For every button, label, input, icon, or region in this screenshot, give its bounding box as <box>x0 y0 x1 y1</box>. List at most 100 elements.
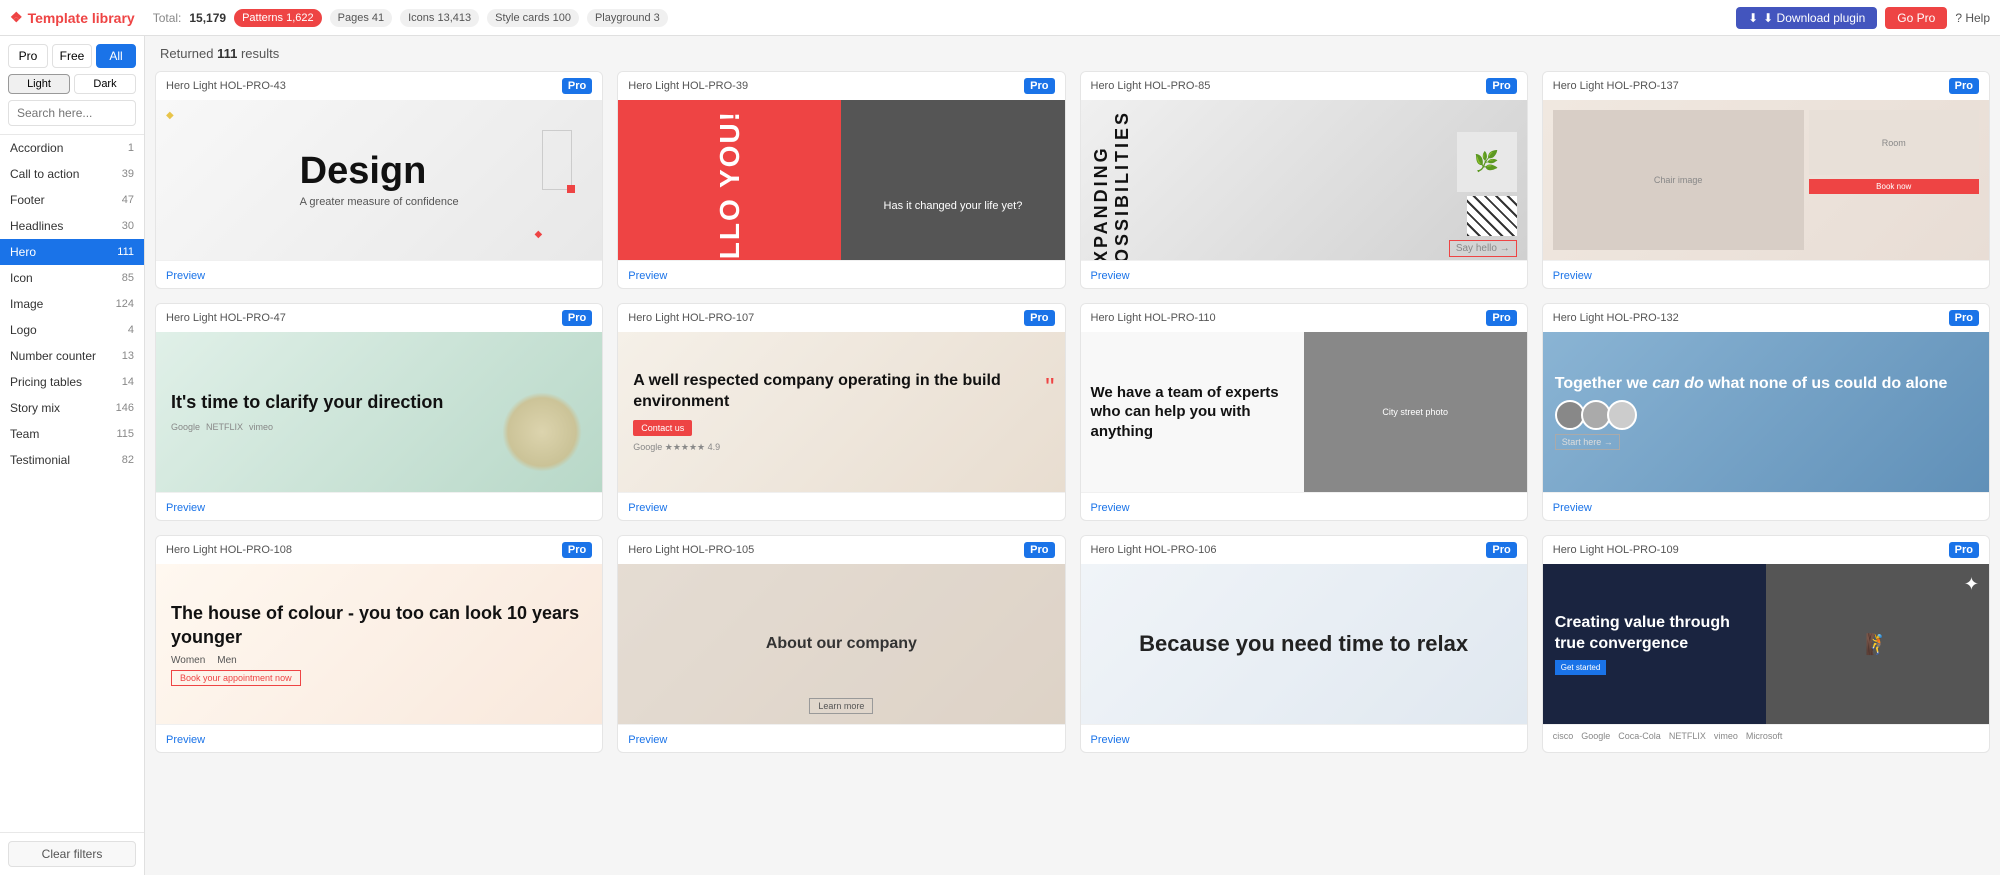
pro-badge: Pro <box>562 310 592 326</box>
sidebar-item-label: Icon <box>10 271 33 285</box>
preview-button[interactable]: Preview <box>628 270 667 282</box>
total-label: Total: <box>153 11 182 25</box>
sidebar-item-cta[interactable]: Call to action 39 <box>0 161 144 187</box>
help-button[interactable]: ? Help <box>1955 11 1990 25</box>
pro-badge: Pro <box>562 542 592 558</box>
card-hol-pro-39[interactable]: Hero Light HOL-PRO-39 Pro HELLO YOU! Has… <box>617 71 1065 289</box>
theme-row: Light Dark <box>8 74 136 94</box>
card-footer: Preview <box>156 260 602 288</box>
sidebar-item-accordion[interactable]: Accordion 1 <box>0 135 144 161</box>
preview-button[interactable]: Preview <box>166 270 205 282</box>
card-title: Hero Light HOL-PRO-39 <box>628 80 748 92</box>
card-footer: Preview <box>156 724 602 752</box>
card-hol-pro-108[interactable]: Hero Light HOL-PRO-108 Pro The house of … <box>155 535 603 753</box>
sidebar-item-count: 85 <box>122 272 134 284</box>
pro-badge: Pro <box>1024 310 1054 326</box>
content-area: Returned 111 results Hero Light HOL-PRO-… <box>145 36 2000 875</box>
card-image: Design A greater measure of confidence ◆… <box>156 100 602 260</box>
card-hol-pro-47[interactable]: Hero Light HOL-PRO-47 Pro It's time to c… <box>155 303 603 521</box>
sidebar-item-label: Testimonial <box>10 453 70 467</box>
card-header: Hero Light HOL-PRO-47 Pro <box>156 304 602 332</box>
search-input[interactable] <box>8 100 136 126</box>
preview-button[interactable]: Preview <box>1091 270 1130 282</box>
sidebar-item-hero[interactable]: Hero 111 <box>0 239 144 265</box>
download-plugin-button[interactable]: ⬇ ⬇ Download plugin <box>1736 7 1877 29</box>
card-title: Hero Light HOL-PRO-109 <box>1553 544 1679 556</box>
card-title: Hero Light HOL-PRO-132 <box>1553 312 1679 324</box>
go-pro-button[interactable]: Go Pro <box>1885 7 1947 29</box>
sidebar-item-story-mix[interactable]: Story mix 146 <box>0 395 144 421</box>
tab-icons[interactable]: Icons 13,413 <box>400 9 479 27</box>
sidebar-item-count: 82 <box>122 454 134 466</box>
card-hol-pro-109[interactable]: Hero Light HOL-PRO-109 Pro Creating valu… <box>1542 535 1990 753</box>
sidebar-item-testimonial[interactable]: Testimonial 82 <box>0 447 144 473</box>
brand-icon: ❖ <box>10 9 23 26</box>
card-hol-pro-105[interactable]: Hero Light HOL-PRO-105 Pro About our com… <box>617 535 1065 753</box>
card-image: HELLO YOU! Has it changed your life yet? <box>618 100 1064 260</box>
preview-button[interactable]: Preview <box>628 502 667 514</box>
filter-row: Pro Free All <box>8 44 136 68</box>
theme-dark-button[interactable]: Dark <box>74 74 136 94</box>
card-image: We have a team of experts who can help y… <box>1081 332 1527 492</box>
clear-filters-button[interactable]: Clear filters <box>8 841 136 867</box>
preview-button[interactable]: Preview <box>1091 734 1130 746</box>
card-hol-pro-132[interactable]: Hero Light HOL-PRO-132 Pro Together we c… <box>1542 303 1990 521</box>
card-hol-pro-107[interactable]: Hero Light HOL-PRO-107 Pro A well respec… <box>617 303 1065 521</box>
preview-button[interactable]: Preview <box>1553 270 1592 282</box>
card-hol-pro-137[interactable]: Hero Light HOL-PRO-137 Pro Chair image R… <box>1542 71 1990 289</box>
filter-free-button[interactable]: Free <box>52 44 92 68</box>
sidebar-item-pricing-tables[interactable]: Pricing tables 14 <box>0 369 144 395</box>
sidebar-item-count: 4 <box>128 324 134 336</box>
card-hol-pro-85[interactable]: Hero Light HOL-PRO-85 Pro EXPANDING POSS… <box>1080 71 1528 289</box>
results-count: 111 <box>217 46 237 61</box>
filter-all-button[interactable]: All <box>96 44 136 68</box>
tab-pages[interactable]: Pages 41 <box>330 9 392 27</box>
sidebar-item-count: 115 <box>116 428 134 440</box>
sidebar-item-count: 111 <box>117 246 134 258</box>
filter-pro-button[interactable]: Pro <box>8 44 48 68</box>
preview-button[interactable]: Preview <box>166 502 205 514</box>
pro-badge: Pro <box>1486 310 1516 326</box>
sidebar-item-footer[interactable]: Footer 47 <box>0 187 144 213</box>
card-header: Hero Light HOL-PRO-105 Pro <box>618 536 1064 564</box>
pro-badge: Pro <box>1486 78 1516 94</box>
sidebar-item-label: Logo <box>10 323 37 337</box>
card-image: Chair image Room Book now <box>1543 100 1989 260</box>
preview-button[interactable]: Preview <box>628 734 667 746</box>
card-title: Hero Light HOL-PRO-110 <box>1091 312 1216 324</box>
sidebar-item-count: 1 <box>128 142 134 154</box>
card-title: Hero Light HOL-PRO-106 <box>1091 544 1217 556</box>
sidebar-item-count: 146 <box>116 402 134 414</box>
card-hol-pro-106[interactable]: Hero Light HOL-PRO-106 Pro Because you n… <box>1080 535 1528 753</box>
card-image: About our company Learn more <box>618 564 1064 724</box>
card-header: Hero Light HOL-PRO-39 Pro <box>618 72 1064 100</box>
card-header: Hero Light HOL-PRO-43 Pro <box>156 72 602 100</box>
sidebar-item-team[interactable]: Team 115 <box>0 421 144 447</box>
card-header: Hero Light HOL-PRO-110 Pro <box>1081 304 1527 332</box>
sidebar-item-icon[interactable]: Icon 85 <box>0 265 144 291</box>
theme-light-button[interactable]: Light <box>8 74 70 94</box>
card-footer: Preview <box>156 492 602 520</box>
preview-button[interactable]: Preview <box>1091 502 1130 514</box>
pro-badge: Pro <box>1486 542 1516 558</box>
card-title: Hero Light HOL-PRO-47 <box>166 312 286 324</box>
card-footer: Preview <box>618 260 1064 288</box>
sidebar-item-label: Hero <box>10 245 36 259</box>
sidebar-item-count: 14 <box>122 376 134 388</box>
tab-style-cards[interactable]: Style cards 100 <box>487 9 579 27</box>
sidebar-item-number-counter[interactable]: Number counter 13 <box>0 343 144 369</box>
card-hol-pro-43[interactable]: Hero Light HOL-PRO-43 Pro Design A great… <box>155 71 603 289</box>
tab-patterns[interactable]: Patterns 1,622 <box>234 9 322 27</box>
sidebar-item-image[interactable]: Image 124 <box>0 291 144 317</box>
card-hol-pro-110[interactable]: Hero Light HOL-PRO-110 Pro We have a tea… <box>1080 303 1528 521</box>
card-title: Hero Light HOL-PRO-108 <box>166 544 292 556</box>
wordpress-icon: ⬇ <box>1748 11 1758 25</box>
tab-playground[interactable]: Playground 3 <box>587 9 668 27</box>
preview-button[interactable]: Preview <box>1553 502 1592 514</box>
card-image: Creating value through true convergence … <box>1543 564 1989 724</box>
sidebar: Pro Free All Light Dark Accordion 1 Call… <box>0 36 145 875</box>
sidebar-item-headlines[interactable]: Headlines 30 <box>0 213 144 239</box>
pro-badge: Pro <box>1949 310 1979 326</box>
preview-button[interactable]: Preview <box>166 734 205 746</box>
sidebar-item-logo[interactable]: Logo 4 <box>0 317 144 343</box>
